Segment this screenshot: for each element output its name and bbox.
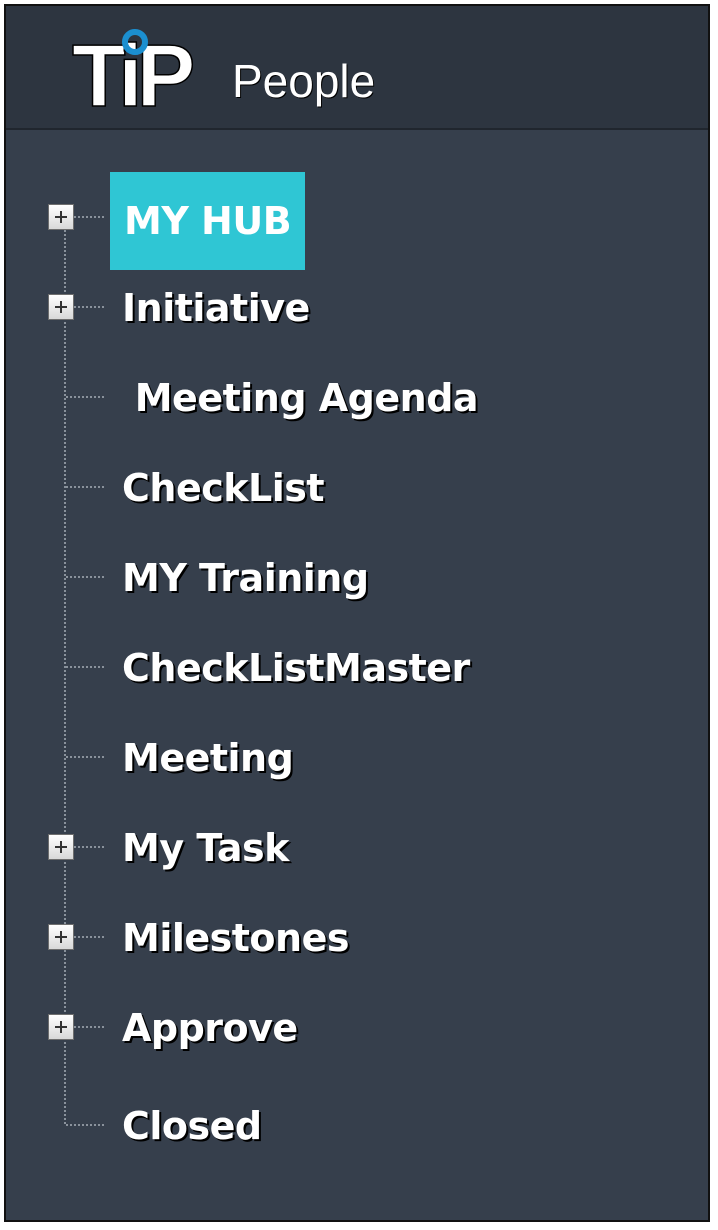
expand-plus-icon[interactable]: [48, 924, 74, 950]
tree-node-label[interactable]: Initiative: [122, 276, 310, 340]
navigation-tree: MY HUB Initiative Meeting Agenda CheckLi…: [6, 6, 708, 1220]
tree-node-label[interactable]: Closed: [122, 1094, 262, 1158]
tree-node-closed[interactable]: Closed: [6, 1086, 606, 1162]
tree-branch-line: [66, 576, 104, 578]
tree-branch-line: [66, 1124, 104, 1126]
tree-node-meeting[interactable]: Meeting: [6, 718, 606, 794]
tree-node-my-task[interactable]: My Task: [6, 808, 606, 884]
tree-node-approve[interactable]: Approve: [6, 988, 606, 1064]
tree-node-meeting-agenda[interactable]: Meeting Agenda: [6, 358, 606, 434]
tree-node-label[interactable]: Meeting Agenda: [122, 366, 479, 430]
expand-plus-icon[interactable]: [48, 834, 74, 860]
tree-node-label[interactable]: Milestones: [122, 906, 349, 970]
tree-node-my-training[interactable]: MY Training: [6, 538, 606, 614]
tree-node-initiative[interactable]: Initiative: [6, 268, 606, 344]
tree-node-my-hub[interactable]: MY HUB: [6, 172, 606, 270]
tree-node-label[interactable]: Meeting: [122, 726, 294, 790]
tree-branch-line: [66, 486, 104, 488]
tree-node-checklistmaster[interactable]: CheckListMaster: [6, 628, 606, 704]
tree-node-label[interactable]: My Task: [122, 816, 289, 880]
tree-node-label[interactable]: Approve: [122, 996, 298, 1060]
expand-plus-icon[interactable]: [48, 1014, 74, 1040]
tree-branch-line: [66, 666, 104, 668]
tree-branch-line: [66, 756, 104, 758]
tree-node-label[interactable]: MY Training: [122, 546, 369, 610]
tree-node-checklist[interactable]: CheckList: [6, 448, 606, 524]
tree-branch-line: [66, 396, 104, 398]
tree-node-label[interactable]: CheckListMaster: [122, 636, 470, 700]
tree-node-label[interactable]: MY HUB: [110, 172, 306, 270]
tree-node-label[interactable]: CheckList: [122, 456, 325, 520]
tree-node-milestones[interactable]: Milestones: [6, 898, 606, 974]
navigation-panel: TiP People MY HUB Initiative Meeting Age…: [4, 4, 710, 1222]
expand-plus-icon[interactable]: [48, 204, 74, 230]
expand-plus-icon[interactable]: [48, 294, 74, 320]
